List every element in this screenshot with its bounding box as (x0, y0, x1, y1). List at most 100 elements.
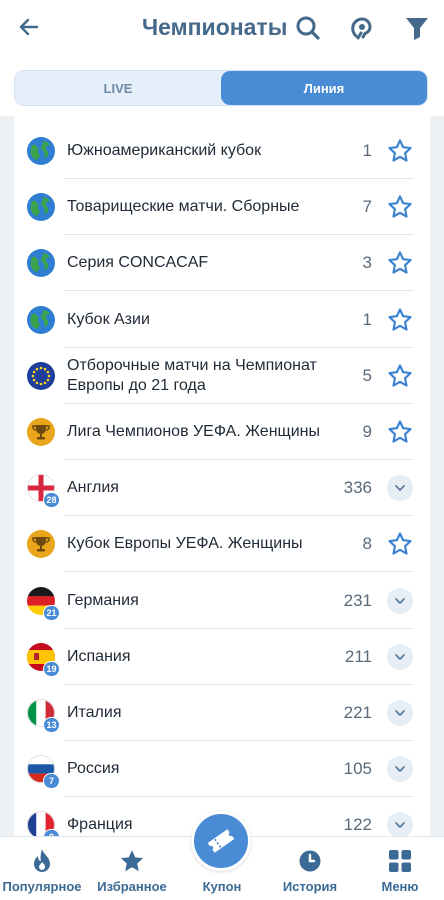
championship-row[interactable]: Кубок Европы УЕФА. Женщины 8 (14, 516, 430, 573)
match-count: 5 (362, 365, 372, 385)
favorite-star-icon[interactable] (386, 362, 414, 390)
back-arrow-icon (19, 18, 39, 36)
italy-flag-icon: 13 (27, 699, 60, 733)
flame-icon (34, 849, 50, 872)
championship-row[interactable]: Отборочные матчи на Чемпионат Европы до … (14, 348, 430, 404)
star-icon (120, 850, 144, 872)
eu-flag-icon (27, 361, 55, 390)
match-count: 7 (362, 197, 372, 217)
championship-name: Германия (67, 591, 139, 609)
nav-favorites-label: Избранное (97, 879, 167, 894)
tab-live[interactable]: LIVE (15, 71, 221, 105)
event-count-badge: 13 (43, 717, 60, 733)
globe-icon (27, 305, 55, 334)
match-count: 231 (343, 590, 372, 610)
championship-row[interactable]: Серия CONCACAF 3 (14, 235, 430, 292)
app-root: Чемпионаты LIVE Линия Южноамериканский к… (0, 0, 444, 900)
match-count: 105 (343, 759, 372, 779)
trophy-icon (27, 530, 55, 559)
spain-flag-icon: 19 (27, 642, 60, 677)
expand-chevron-icon[interactable] (386, 699, 414, 727)
ticket-icon (207, 829, 235, 853)
championship-name: Италия (67, 704, 122, 721)
championship-row[interactable]: Южноамериканский кубок 1 (14, 123, 430, 179)
favorite-star-icon[interactable] (386, 137, 414, 165)
nav-menu-label: Меню (381, 879, 419, 894)
match-count: 1 (362, 141, 372, 160)
clock-icon (299, 850, 321, 872)
nav-favorites[interactable]: Избранное (92, 837, 172, 900)
search-icon (296, 16, 320, 40)
event-count-badge: 9 (43, 829, 60, 836)
coupon-button[interactable] (191, 811, 251, 871)
championship-name: Серия CONCACAF (67, 254, 209, 272)
championship-list: Южноамериканский кубок 1 Товарищеские матч… (14, 116, 430, 836)
match-count: 336 (343, 478, 372, 498)
championship-name: Лига Чемпионов УЕФА. Женщины (67, 423, 320, 440)
favorite-star-icon[interactable] (386, 418, 414, 446)
sports-filter-icon (351, 17, 372, 40)
match-count: 122 (343, 815, 372, 835)
favorite-star-icon[interactable] (386, 530, 414, 558)
championship-name: Кубок Азии (67, 310, 150, 328)
expand-chevron-icon[interactable] (386, 811, 414, 836)
grid-icon (389, 850, 411, 872)
championship-name: Южноамериканский кубок (67, 142, 262, 159)
nav-coupon-label: Купон (202, 879, 242, 894)
france-flag-icon: 9 (27, 811, 60, 836)
tab-line[interactable]: Линия (221, 71, 427, 105)
match-count: 3 (362, 253, 372, 273)
filter-icon (406, 18, 428, 40)
event-count-badge: 7 (43, 773, 60, 790)
germany-flag-icon: 21 (27, 586, 60, 621)
globe-icon (27, 137, 55, 165)
expand-chevron-icon[interactable] (386, 643, 414, 671)
championship-name: Испания (67, 647, 131, 665)
expand-chevron-icon[interactable] (386, 587, 414, 615)
championship-row[interactable]: 21 Германия 231 (14, 573, 430, 629)
championship-row[interactable]: Лига Чемпионов УЕФА. Женщины 9 (14, 404, 430, 460)
championship-name: Россия (67, 760, 120, 778)
championship-row[interactable]: 28 Англия 336 (14, 460, 430, 517)
tabs-bar: LIVE Линия (0, 60, 444, 116)
nav-menu[interactable]: Меню (368, 837, 432, 900)
globe-icon (27, 249, 55, 278)
championship-row[interactable]: 7 Россия 105 (14, 741, 430, 798)
nav-popular-label: Популярное (2, 879, 82, 894)
search-button[interactable] (290, 10, 326, 46)
expand-chevron-icon[interactable] (386, 755, 414, 783)
favorite-star-icon[interactable] (386, 306, 414, 334)
match-count: 221 (343, 703, 372, 722)
favorite-star-icon[interactable] (386, 193, 414, 221)
page-title: Чемпионаты (142, 14, 288, 40)
nav-history-label: История (282, 879, 338, 894)
match-count: 8 (362, 534, 372, 554)
championship-row[interactable]: 19 Испания 211 (14, 629, 430, 685)
match-count: 1 (362, 309, 372, 329)
nav-popular[interactable]: Популярное (0, 837, 84, 900)
filter-button[interactable] (399, 10, 435, 46)
event-count-badge: 19 (43, 660, 60, 677)
england-flag-icon: 28 (27, 474, 60, 509)
championship-name: Кубок Европы УЕФА. Женщины (67, 535, 303, 553)
championship-name: Отборочные матчи на Чемпионат Европы до … (67, 356, 317, 394)
globe-icon (27, 193, 55, 222)
trophy-icon (27, 418, 55, 446)
favorite-star-icon[interactable] (386, 249, 414, 277)
event-count-badge: 21 (43, 604, 60, 621)
back-button[interactable] (12, 10, 46, 44)
championship-row[interactable]: Товарищеские матчи. Сборные 7 (14, 179, 430, 236)
championship-row[interactable]: Кубок Азии 1 (14, 292, 430, 348)
championship-row[interactable]: 13 Италия 221 (14, 685, 430, 741)
expand-chevron-icon[interactable] (386, 474, 414, 502)
championship-name: Англия (67, 479, 119, 497)
app-header: Чемпионаты (0, 0, 444, 60)
match-count: 9 (362, 422, 372, 441)
mode-tabs: LIVE Линия (14, 70, 428, 106)
sports-filter-button[interactable] (344, 10, 380, 46)
match-count: 211 (344, 646, 372, 666)
nav-history[interactable]: История (272, 837, 348, 900)
russia-flag-icon: 7 (27, 755, 60, 790)
event-count-badge: 28 (43, 492, 60, 509)
championship-name: Товарищеские матчи. Сборные (67, 198, 300, 216)
